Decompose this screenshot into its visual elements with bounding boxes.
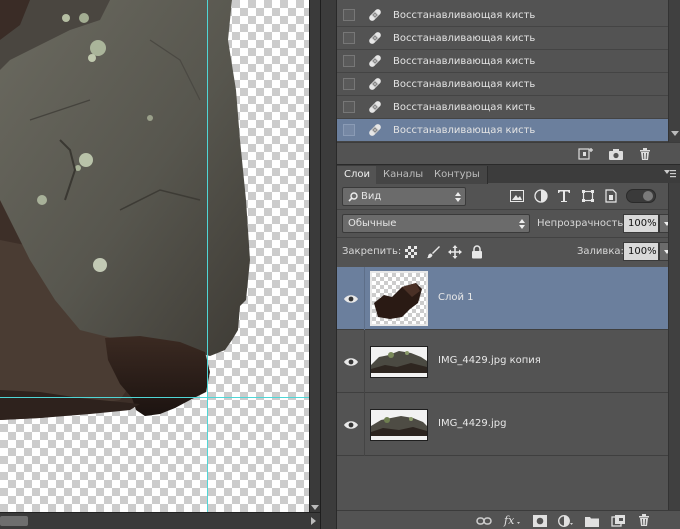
history-state-item[interactable]: Восстанавливающая кисть	[337, 50, 668, 73]
layer-visibility-toggle[interactable]	[337, 330, 365, 393]
scroll-down-arrow-icon[interactable]	[311, 505, 319, 510]
history-state-label: Восстанавливающая кисть	[393, 101, 536, 113]
layer-visibility-toggle[interactable]	[337, 393, 365, 456]
history-source-checkbox[interactable]	[343, 32, 355, 44]
separator	[337, 209, 668, 210]
eye-icon	[343, 420, 358, 429]
layer-name[interactable]: IMG_4429.jpg копия	[438, 355, 541, 366]
lock-all-padlock-icon[interactable]	[469, 244, 485, 260]
history-state-item[interactable]: Восстанавливающая кисть	[337, 73, 668, 96]
healing-brush-icon	[366, 52, 384, 70]
healing-brush-icon	[366, 75, 384, 93]
tab-paths[interactable]: Контуры	[427, 166, 488, 184]
healing-brush-icon	[366, 6, 384, 24]
eye-icon	[343, 357, 358, 366]
history-panel-footer	[337, 142, 680, 164]
lock-position-move-icon[interactable]	[447, 244, 463, 260]
history-source-checkbox[interactable]	[343, 78, 355, 90]
tab-channels[interactable]: Каналы	[376, 166, 432, 184]
history-state-item[interactable]: Восстанавливающая кисть	[337, 27, 668, 50]
history-state-label: Восстанавливающая кисть	[393, 124, 536, 136]
opacity-label: Непрозрачность:	[537, 218, 627, 229]
layer-filter-kind-select[interactable]: Вид	[342, 187, 466, 206]
lock-image-pixels-brush-icon[interactable]	[425, 244, 441, 260]
layers-scrollbar[interactable]	[668, 183, 680, 510]
healing-brush-icon	[366, 29, 384, 47]
filter-smart-objects-icon[interactable]	[603, 188, 619, 204]
new-adjustment-layer-icon[interactable]	[557, 513, 575, 529]
layer-row-img[interactable]: IMG_4429.jpg	[337, 393, 668, 456]
history-state-label: Восстанавливающая кисть	[393, 9, 536, 21]
blend-mode-select[interactable]: Обычные	[342, 214, 530, 233]
rock-image	[0, 0, 250, 420]
layers-panel-tab-bar: Слои Каналы Контуры	[337, 164, 680, 184]
layer-visibility-toggle[interactable]	[337, 267, 365, 330]
history-state-label: Восстанавливающая кисть	[393, 78, 536, 90]
add-layer-mask-icon[interactable]	[531, 513, 549, 529]
horizontal-scroll-thumb[interactable]	[0, 516, 28, 526]
right-panel-dock: Восстанавливающая кисть Восстанавливающая…	[337, 0, 680, 529]
layer-thumbnail	[370, 409, 428, 441]
history-state-item[interactable]: Восстанавливающая кисть	[337, 119, 668, 142]
opacity-input[interactable]: 100%	[623, 214, 659, 233]
layer-name[interactable]: Слой 1	[438, 292, 474, 303]
document-canvas-area[interactable]	[0, 0, 320, 529]
history-source-checkbox[interactable]	[343, 55, 355, 67]
new-document-from-state-icon[interactable]	[577, 146, 595, 162]
chevron-updown-icon	[455, 192, 461, 202]
history-state-label: Восстанавливающая кисть	[393, 55, 536, 67]
layer-thumbnail	[370, 271, 428, 326]
history-panel-list: Восстанавливающая кисть Восстанавливающая…	[337, 0, 668, 142]
history-source-checkbox[interactable]	[343, 9, 355, 21]
filter-type-layers-icon[interactable]	[556, 188, 572, 204]
scroll-right-arrow-icon[interactable]	[311, 517, 316, 525]
document-canvas[interactable]	[0, 0, 309, 512]
search-icon	[348, 192, 358, 202]
history-scrollbar[interactable]	[668, 0, 680, 142]
panel-menu-icon[interactable]	[664, 168, 676, 180]
filter-shape-layers-icon[interactable]	[580, 188, 596, 204]
layer-style-fx-icon[interactable]: fx	[503, 512, 521, 528]
filter-adjustment-layers-icon[interactable]	[533, 188, 549, 204]
layers-panel-footer: fx	[337, 510, 680, 529]
filter-toggle-switch[interactable]	[626, 189, 656, 203]
eye-icon	[343, 294, 358, 303]
create-snapshot-icon[interactable]	[607, 146, 625, 162]
history-state-item[interactable]: Восстанавливающая кисть	[337, 96, 668, 119]
history-source-checkbox[interactable]	[343, 124, 355, 136]
new-group-folder-icon[interactable]	[583, 513, 601, 529]
filter-pixel-layers-icon[interactable]	[509, 188, 525, 204]
chevron-updown-icon	[519, 219, 525, 229]
svg-text:fx: fx	[503, 514, 515, 527]
tab-layers[interactable]: Слои	[337, 166, 378, 184]
delete-state-trash-icon[interactable]	[636, 146, 654, 162]
layer-row-img-copy[interactable]: IMG_4429.jpg копия	[337, 330, 668, 393]
blend-mode-value: Обычные	[348, 218, 397, 229]
history-state-label: Восстанавливающая кисть	[393, 32, 536, 44]
healing-brush-icon	[366, 121, 384, 139]
delete-layer-trash-icon[interactable]	[635, 512, 653, 528]
lock-transparent-pixels-icon[interactable]	[403, 244, 419, 260]
layer-name[interactable]: IMG_4429.jpg	[438, 418, 506, 429]
canvas-horizontal-scrollbar[interactable]	[0, 512, 320, 529]
healing-brush-icon	[366, 98, 384, 116]
canvas-vertical-scrollbar[interactable]	[309, 0, 320, 512]
fill-label: Заливка:	[577, 246, 624, 257]
history-source-checkbox[interactable]	[343, 101, 355, 113]
new-layer-icon[interactable]	[609, 513, 627, 529]
layers-list: Слой 1 IMG_4429.jpg копия IMG_4429.jpg	[337, 267, 668, 510]
layer-row-layer-1[interactable]: Слой 1	[337, 267, 668, 330]
lock-label: Закрепить:	[342, 246, 402, 257]
scroll-down-arrow-icon[interactable]	[671, 131, 679, 136]
guide-vertical[interactable]	[207, 0, 208, 512]
filter-kind-label: Вид	[361, 191, 382, 202]
layer-thumbnail	[370, 346, 428, 378]
panel-dock-divider	[320, 0, 337, 529]
link-layers-icon[interactable]	[475, 513, 493, 529]
history-state-item[interactable]: Восстанавливающая кисть	[337, 4, 668, 27]
separator	[337, 237, 668, 238]
fill-input[interactable]: 100%	[623, 242, 659, 261]
guide-horizontal[interactable]	[0, 397, 309, 398]
